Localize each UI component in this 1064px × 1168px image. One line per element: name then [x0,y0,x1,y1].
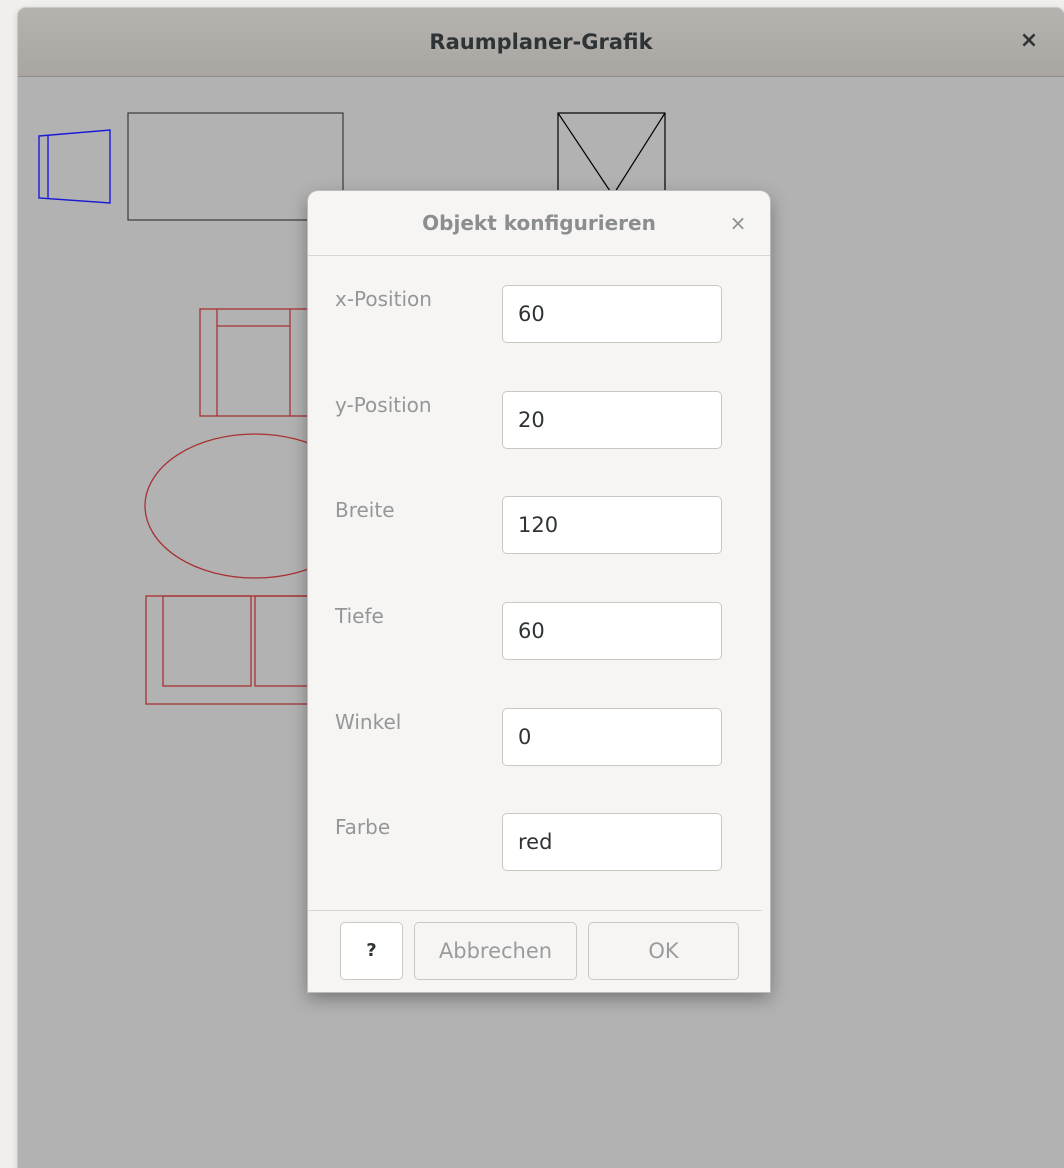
field-row-angle: Winkel [308,708,770,768]
blue-door[interactable] [38,129,111,204]
help-button[interactable]: ? [340,922,403,980]
dialog-separator [308,910,762,911]
titlebar[interactable]: Raumplaner-Grafik × [18,8,1064,77]
field-row-width: Breite [308,496,770,556]
window-title: Raumplaner-Grafik [429,30,653,54]
wardrobe-frame [557,112,666,204]
wardrobe-diagonal-1 [557,112,619,204]
dialog-title: Objekt konfigurieren [422,211,656,235]
color-input[interactable] [502,813,722,871]
width-label: Breite [335,498,395,522]
sofa-seat-1 [162,595,252,687]
ok-button[interactable]: OK [588,922,739,980]
sofa-shape[interactable] [145,595,327,705]
wardrobe-diagonal-2 [607,112,666,204]
cancel-button[interactable]: Abbrechen [414,922,577,980]
color-label: Farbe [335,815,391,839]
y-position-label: y-Position [335,393,432,417]
field-row-depth: Tiefe [308,602,770,662]
angle-label: Winkel [335,710,402,734]
wardrobe-shape[interactable] [557,112,666,204]
depth-label: Tiefe [335,604,384,628]
depth-input[interactable] [502,602,722,660]
field-row-x-position: x-Position [308,285,770,345]
x-position-input[interactable] [502,285,722,343]
window-close-icon[interactable]: × [1016,26,1042,56]
angle-input[interactable] [502,708,722,766]
field-row-y-position: y-Position [308,391,770,451]
dialog-close-icon[interactable]: × [726,209,750,237]
sofa-outline [145,595,327,705]
width-input[interactable] [502,496,722,554]
dialog-header[interactable]: Objekt konfigurieren × [308,191,770,256]
field-row-color: Farbe [308,813,770,873]
y-position-input[interactable] [502,391,722,449]
blue-door-frame [38,129,111,204]
armchair-shape[interactable] [199,308,311,417]
configure-object-dialog: Objekt konfigurieren × x-Position y-Posi… [308,191,770,992]
x-position-label: x-Position [335,287,432,311]
